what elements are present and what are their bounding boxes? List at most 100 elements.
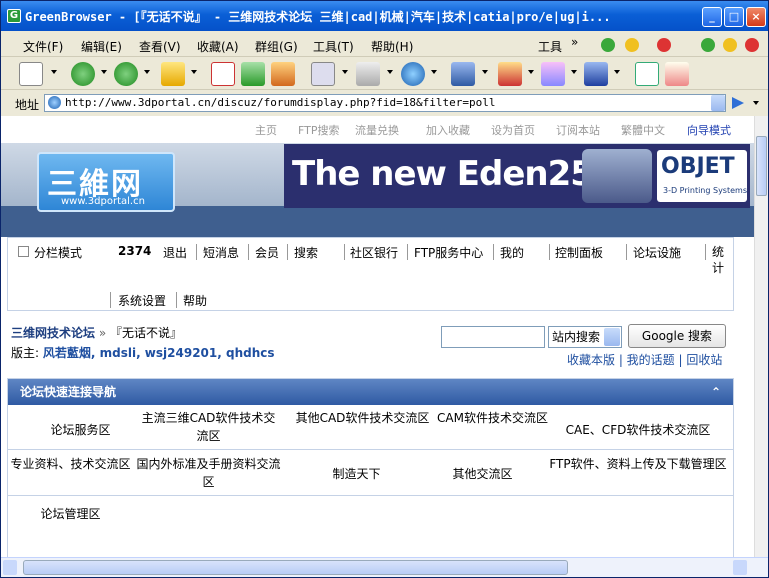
yellow-circle-icon-2[interactable] — [723, 38, 737, 52]
toplink-add-favorite[interactable]: 加入收藏 — [426, 122, 470, 138]
chevron-more-icon[interactable]: » — [571, 35, 578, 49]
nav-members[interactable]: 会员 — [255, 244, 279, 261]
forum-link[interactable]: 制造天下 — [284, 465, 429, 483]
chevron-down-icon[interactable] — [144, 70, 150, 74]
nav-control-panel[interactable]: 控制面板 — [555, 244, 603, 261]
nav-messages[interactable]: 短消息 — [203, 244, 239, 261]
address-input[interactable]: http://www.3dportal.cn/discuz/forumdispl… — [44, 94, 726, 112]
toolbar — [1, 58, 768, 90]
breadcrumb-forum[interactable]: 三维网技术论坛 — [11, 326, 95, 340]
chevron-down-icon[interactable] — [604, 328, 620, 346]
chevron-down-icon[interactable] — [342, 70, 348, 74]
forum-link[interactable]: 论坛管理区 — [8, 505, 133, 523]
nav-stats[interactable]: 统计 — [712, 244, 726, 276]
ad-banner[interactable]: The new Eden250™ OBJET 3-D Printing Syst… — [284, 144, 750, 208]
menu-help[interactable]: 帮助(H) — [371, 38, 413, 55]
menu-view[interactable]: 查看(V) — [139, 38, 181, 55]
forum-link[interactable]: 专业资料、技术交流区 — [8, 455, 133, 473]
menu-groups[interactable]: 群组(G) — [255, 38, 298, 55]
chevron-down-icon[interactable] — [753, 101, 759, 105]
nav-search[interactable]: 搜索 — [294, 244, 318, 261]
menu-file[interactable]: 文件(F) — [23, 38, 63, 55]
nav-ftp-center[interactable]: FTP服务中心 — [414, 244, 483, 261]
chevron-down-icon[interactable] — [571, 70, 577, 74]
quick-links[interactable]: 收藏本版 | 我的话题 | 回收站 — [567, 351, 722, 368]
globe-icon[interactable] — [401, 62, 425, 86]
back-icon[interactable] — [71, 62, 95, 86]
address-dropdown-icon[interactable] — [711, 95, 725, 111]
palette-icon[interactable] — [541, 62, 565, 86]
nav-mine[interactable]: 我的 — [500, 244, 524, 261]
page-view-icon[interactable] — [311, 62, 335, 86]
toplink-traditional[interactable]: 繁體中文 — [621, 122, 665, 138]
toplink-set-homepage[interactable]: 设为首页 — [491, 122, 535, 138]
menu-edit[interactable]: 编辑(E) — [81, 38, 122, 55]
menu-tools[interactable]: 工具(T) — [313, 38, 354, 55]
go-arrow-icon[interactable] — [732, 97, 744, 109]
red-circle-icon-2[interactable] — [745, 38, 759, 52]
nav-logout[interactable]: 退出 — [163, 244, 187, 261]
menu-favorites[interactable]: 收藏(A) — [197, 38, 239, 55]
minimize-button[interactable]: _ — [702, 7, 722, 27]
chevron-down-icon[interactable] — [614, 70, 620, 74]
maximize-button[interactable]: □ — [724, 7, 744, 27]
toplink-subscribe[interactable]: 订阅本站 — [556, 122, 600, 138]
chevron-down-icon[interactable] — [51, 70, 57, 74]
notes-icon[interactable] — [665, 62, 689, 86]
nav-bank[interactable]: 社区银行 — [350, 244, 398, 261]
yellow-circle-icon[interactable] — [625, 38, 639, 52]
chevron-down-icon[interactable] — [101, 70, 107, 74]
save-icon[interactable] — [584, 62, 608, 86]
up-folder-icon[interactable] — [161, 62, 185, 86]
nav-system-settings[interactable]: 系统设置 — [118, 292, 166, 309]
window-title: GreenBrowser - [『无话不说』 - 三维网技术论坛 三维|cad|… — [25, 10, 611, 24]
ie-page-icon — [48, 96, 61, 109]
toplink-traffic[interactable]: 流量兑换 — [355, 122, 399, 138]
google-search-button[interactable]: Google 搜索 — [628, 324, 726, 348]
tools-icon[interactable] — [498, 62, 522, 86]
tab-group-icon[interactable] — [356, 62, 380, 86]
chevron-down-icon[interactable] — [528, 70, 534, 74]
refresh-icon[interactable] — [241, 62, 265, 86]
home-icon[interactable] — [271, 62, 295, 86]
forum-link[interactable]: 其他CAD软件技术交流区 — [290, 409, 435, 427]
toplink-wizard[interactable]: 向导模式 — [687, 122, 731, 138]
close-button[interactable]: × — [746, 7, 766, 27]
horizontal-scroll-thumb[interactable] — [23, 560, 568, 575]
vertical-scrollbar[interactable] — [754, 116, 768, 557]
site-logo[interactable]: 三維网 www.3dportal.cn — [37, 152, 175, 212]
forum-link[interactable]: CAE、CFD软件技术交流区 — [553, 421, 723, 439]
scroll-left-icon[interactable] — [3, 560, 17, 575]
chevron-down-icon[interactable] — [431, 70, 437, 74]
green-circle-icon-2[interactable] — [701, 38, 715, 52]
scroll-right-icon[interactable] — [733, 560, 747, 575]
forum-link[interactable]: FTP软件、资料上传及下载管理区 — [548, 455, 728, 473]
chevron-down-icon[interactable] — [191, 70, 197, 74]
chevron-down-icon[interactable] — [387, 70, 393, 74]
forum-link[interactable]: 主流三维CAD软件技术交流区 — [136, 409, 281, 445]
toplink-home[interactable]: 主页 — [255, 122, 277, 138]
chevron-down-icon[interactable] — [482, 70, 488, 74]
tools-toolbar-label[interactable]: 工具 — [538, 38, 562, 55]
undo-icon[interactable] — [451, 62, 475, 86]
nav-facilities[interactable]: 论坛设施 — [633, 244, 681, 261]
search-input[interactable] — [441, 326, 545, 348]
toplink-ftp-search[interactable]: FTP搜索 — [298, 122, 340, 138]
collapse-icon[interactable]: ⌃ — [711, 379, 721, 405]
username[interactable]: 2374 — [118, 244, 151, 258]
new-page-icon[interactable] — [19, 62, 43, 86]
forum-link[interactable]: CAM软件技术交流区 — [420, 409, 565, 427]
nav-help[interactable]: 帮助 — [183, 292, 207, 309]
search-scope-select[interactable]: 站内搜索 — [548, 326, 622, 348]
horizontal-scrollbar[interactable] — [1, 557, 768, 577]
red-circle-icon[interactable] — [657, 38, 671, 52]
forward-icon[interactable] — [114, 62, 138, 86]
forum-link[interactable]: 论坛服务区 — [8, 421, 153, 439]
forum-link[interactable]: 国内外标准及手册资料交流区 — [136, 455, 281, 491]
green-circle-icon[interactable] — [601, 38, 615, 52]
stop-icon[interactable] — [211, 62, 235, 86]
forum-link[interactable]: 其他交流区 — [410, 465, 555, 483]
screen-icon[interactable] — [635, 62, 659, 86]
moderators-names[interactable]: 风若藍烟, mdsli, wsj249201, qhdhcs — [43, 346, 275, 360]
vertical-scroll-thumb[interactable] — [756, 136, 767, 196]
